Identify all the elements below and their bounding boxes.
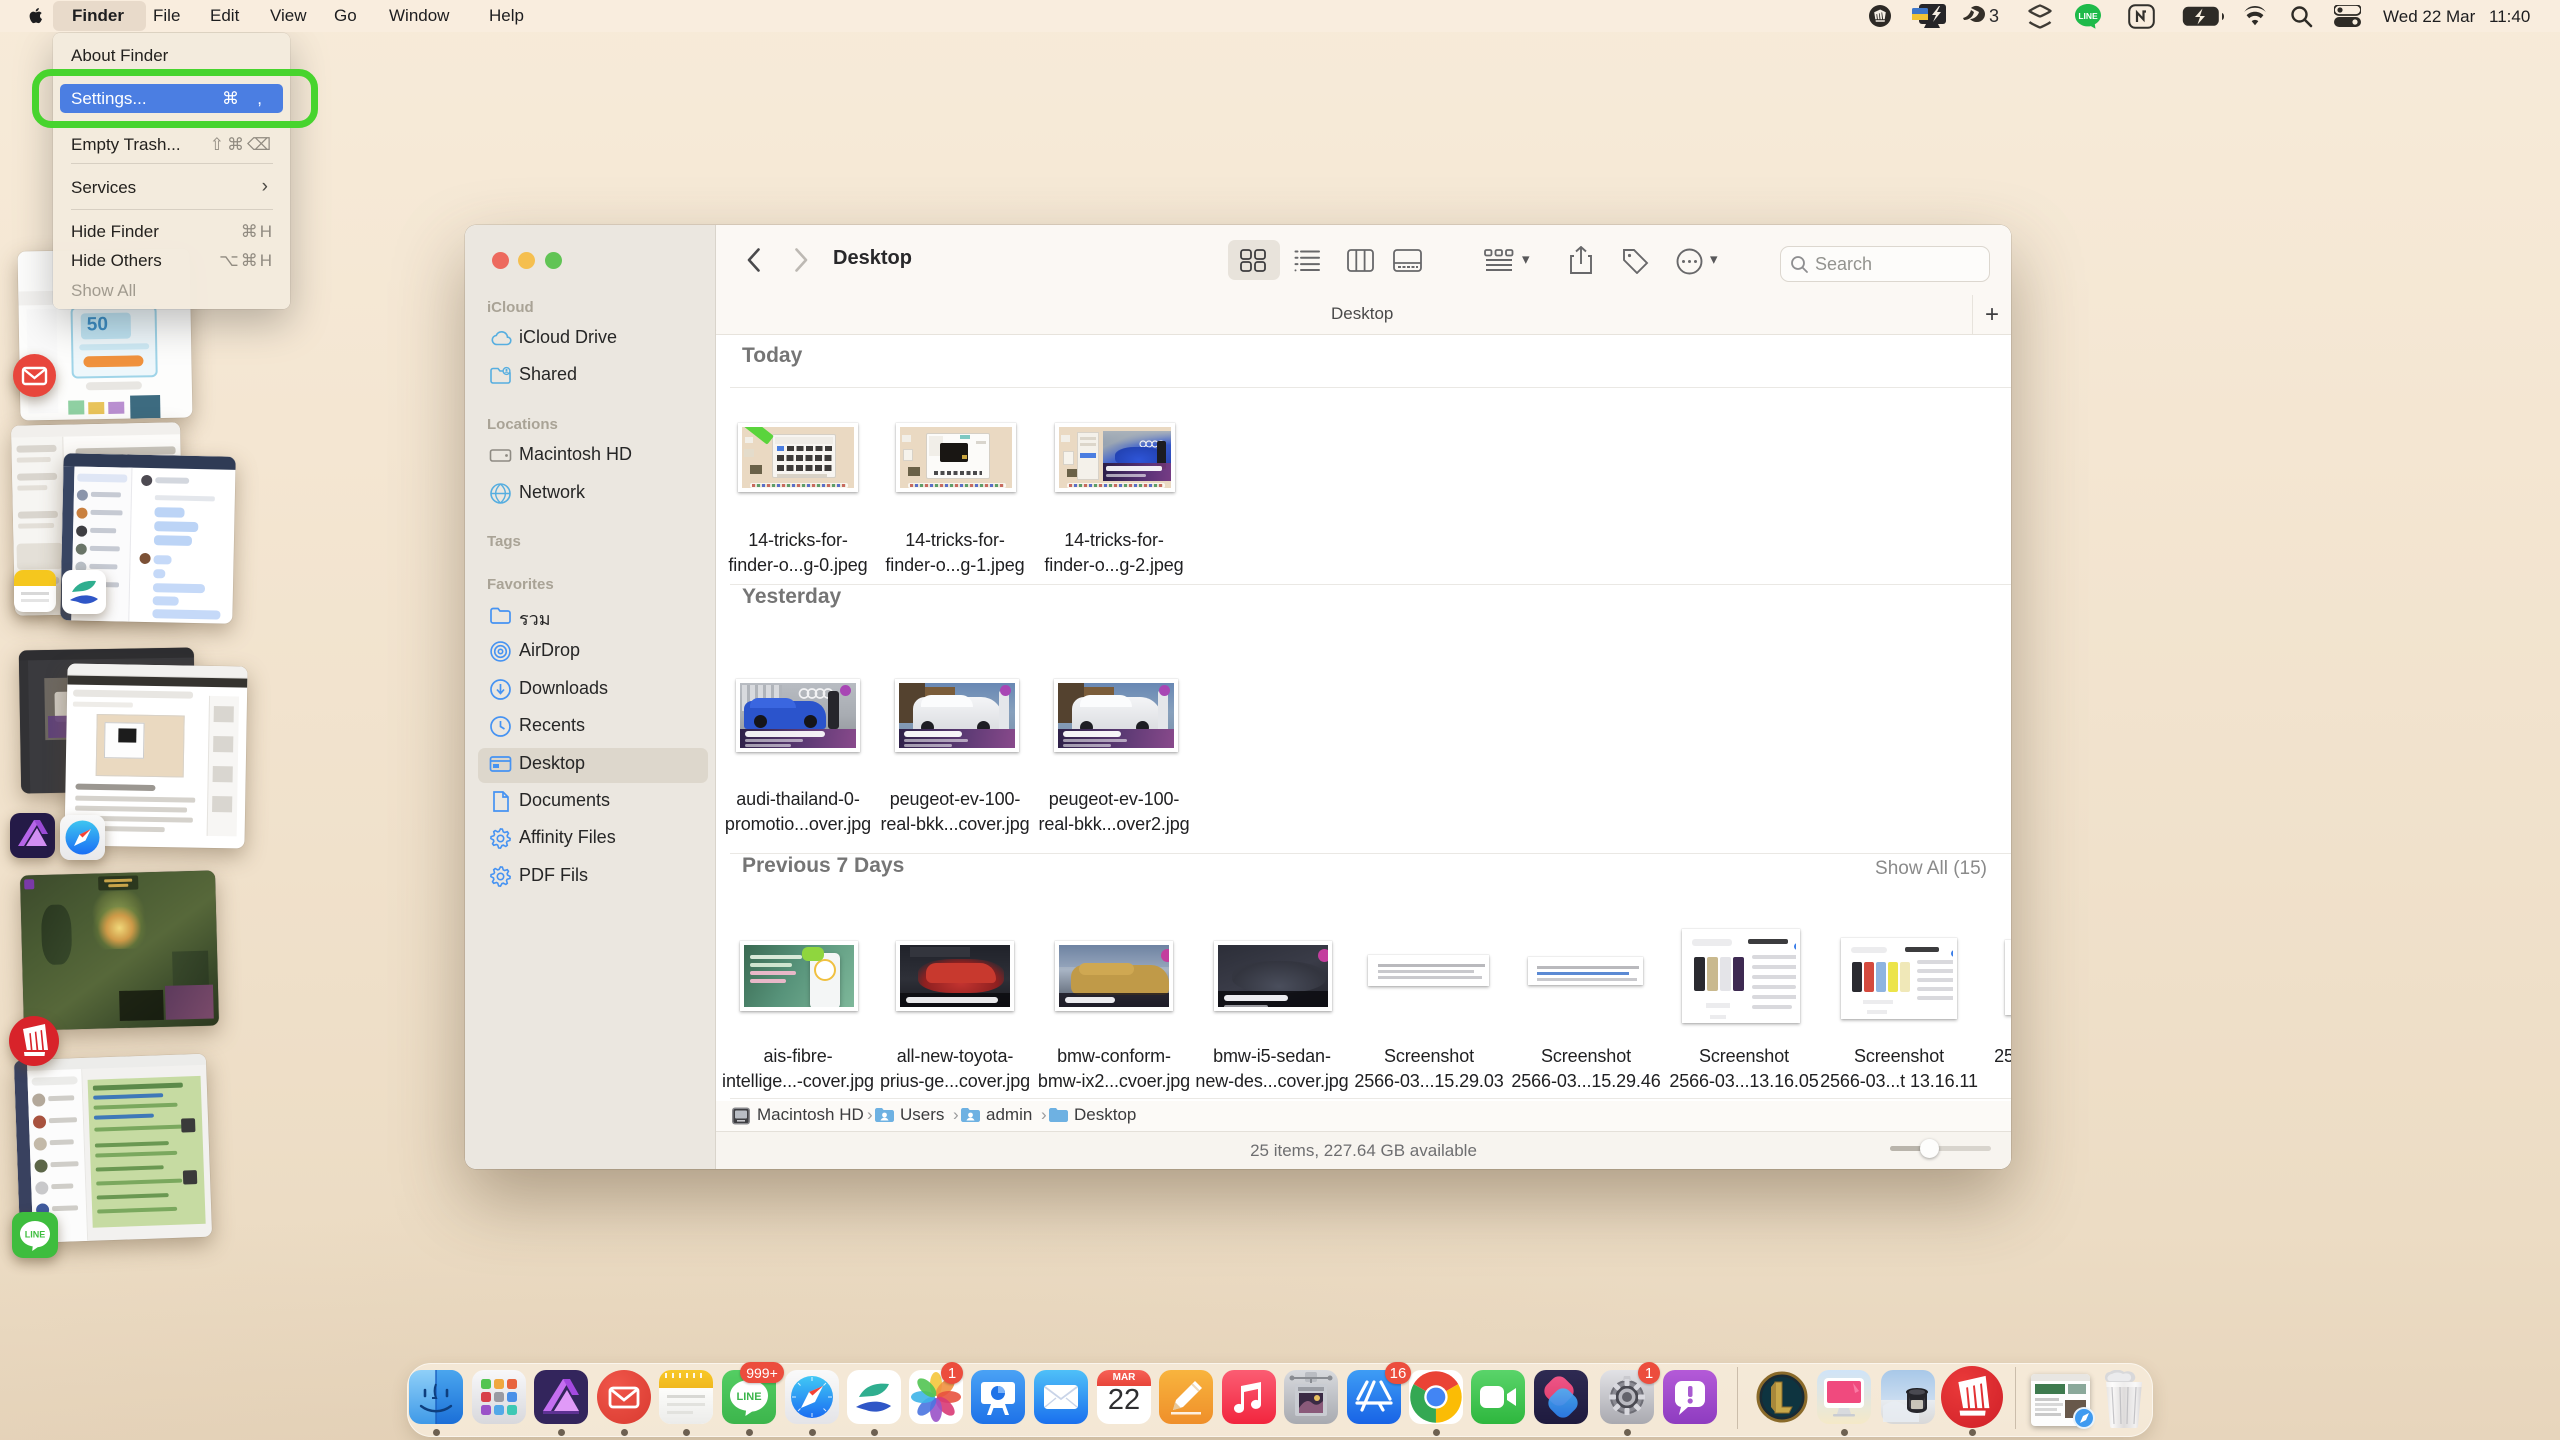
svg-text:LINE: LINE (25, 1230, 46, 1240)
svg-text:LINE: LINE (736, 1391, 761, 1403)
svg-text:LINE: LINE (2078, 11, 2098, 21)
